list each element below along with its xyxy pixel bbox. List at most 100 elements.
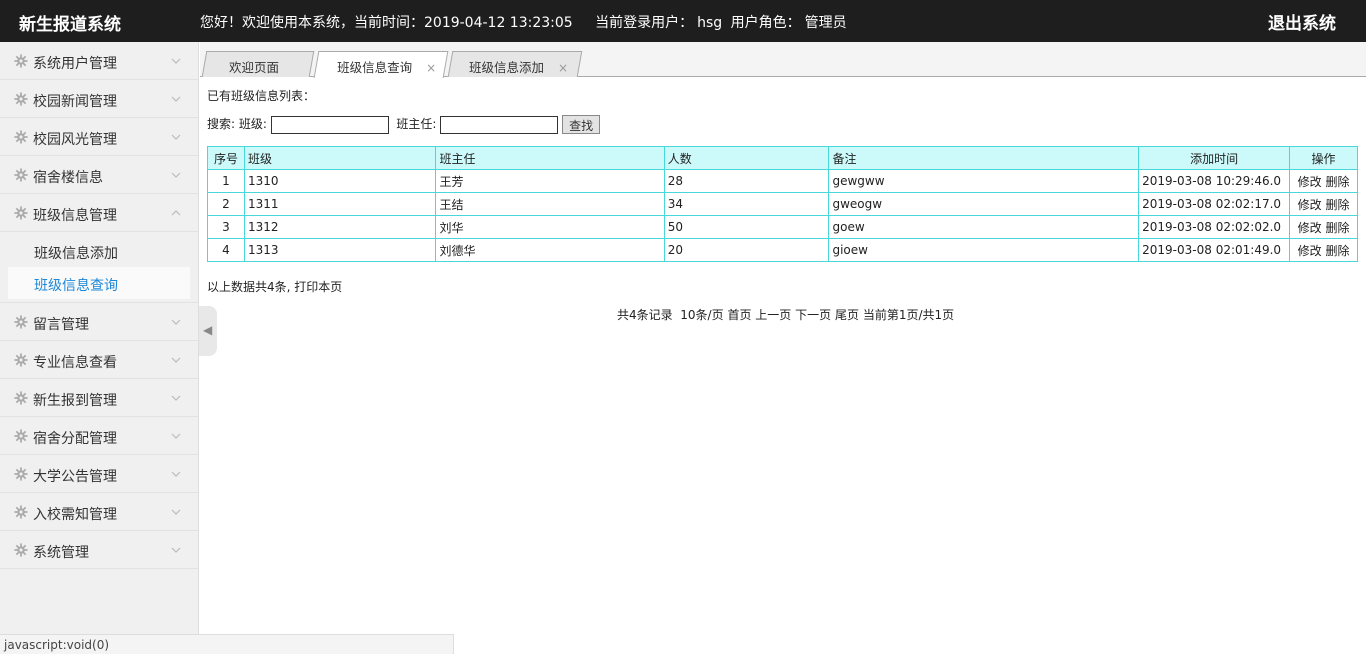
system-title: 新生报道系统	[19, 15, 121, 35]
edit-link[interactable]: 修改	[1298, 198, 1322, 212]
list-title: 已有班级信息列表：	[207, 89, 316, 103]
cell-class: 1312	[243, 215, 437, 239]
class-table: 序号 班级 班主任 人数 备注 添加时间 操作 1 1310 王芳 28 gewgww 2…	[207, 146, 1358, 262]
edit-link[interactable]: 修改	[1298, 244, 1322, 258]
sidebar-item-label: 班级信息管理	[33, 208, 117, 224]
page-size: 10条/页	[680, 308, 724, 322]
cell-actions: 修改 删除	[1289, 215, 1358, 239]
cell-actions: 修改 删除	[1289, 192, 1358, 216]
sidebar-item[interactable]: 宿舍分配管理	[0, 417, 198, 455]
submenu-item-label: 班级信息查询	[34, 278, 118, 294]
class-search-input[interactable]	[270, 115, 389, 134]
next-page-link[interactable]: 下一页	[795, 308, 831, 322]
gear-icon	[14, 543, 28, 557]
chevron-down-icon	[170, 55, 182, 67]
submenu: 班级信息添加 班级信息查询	[0, 232, 198, 303]
delete-link[interactable]: 删除	[1325, 198, 1349, 212]
chevron-down-icon	[170, 430, 182, 442]
delete-link[interactable]: 删除	[1325, 221, 1349, 235]
cell-time: 2019-03-08 02:02:02.0	[1138, 215, 1291, 239]
cell-index: 1	[207, 169, 245, 193]
sidebar-item[interactable]: 专业信息查看	[0, 341, 198, 379]
sidebar-item[interactable]: 新生报到管理	[0, 379, 198, 417]
gear-icon	[14, 391, 28, 405]
submenu-item[interactable]: 班级信息查询	[8, 267, 190, 299]
sidebar-item[interactable]: 班级信息管理	[0, 194, 198, 232]
gear-icon	[14, 54, 28, 68]
cell-index: 4	[207, 238, 245, 262]
close-icon[interactable]: ×	[558, 61, 568, 75]
teacher-label: 班主任:	[396, 117, 437, 131]
sidebar-item[interactable]: 校园风光管理	[0, 118, 198, 156]
cell-time: 2019-03-08 02:02:17.0	[1138, 192, 1291, 216]
tab-class-query[interactable]: 班级信息查询 ×	[313, 51, 449, 78]
column-header: 备注	[828, 146, 1140, 170]
search-button[interactable]: 查找	[562, 115, 601, 134]
gear-icon	[14, 315, 28, 329]
chevron-down-icon	[170, 169, 182, 181]
delete-link[interactable]: 删除	[1325, 175, 1349, 189]
chevron-down-icon	[170, 506, 182, 518]
sidebar-item[interactable]: 宿舍楼信息	[0, 156, 198, 194]
column-header: 操作	[1289, 146, 1358, 170]
submenu-item[interactable]: 班级信息添加	[8, 235, 190, 267]
page-indicator: 当前第1页/共1页	[862, 308, 955, 322]
sidebar-item-label: 专业信息查看	[33, 355, 117, 371]
gear-icon	[14, 168, 28, 182]
cell-class: 1313	[243, 238, 437, 262]
submenu-item-label: 班级信息添加	[34, 246, 118, 262]
sidebar-item-label: 入校需知管理	[33, 507, 117, 523]
tab-label: 班级信息添加	[469, 60, 545, 75]
column-header: 添加时间	[1138, 146, 1291, 170]
sidebar-collapse-handle[interactable]: ◀	[199, 306, 217, 356]
sidebar-item-label: 大学公告管理	[33, 469, 117, 485]
table-row: 4 1313 刘德华 20 gioew 2019-03-08 02:01:49.0 修改 删…	[207, 238, 1358, 262]
sidebar-item-label: 系统用户管理	[33, 56, 117, 72]
chevron-up-icon	[170, 207, 182, 219]
first-page-link[interactable]: 首页	[727, 308, 751, 322]
cell-count: 20	[663, 238, 830, 262]
gear-icon	[14, 92, 28, 106]
tab-label: 欢迎页面	[229, 60, 280, 75]
teacher-search-input[interactable]	[440, 115, 559, 134]
chevron-down-icon	[170, 93, 182, 105]
print-link[interactable]: 打印本页	[294, 280, 342, 294]
tab-welcome[interactable]: 欢迎页面	[201, 51, 315, 77]
class-label: 班级:	[238, 117, 267, 131]
edit-link[interactable]: 修改	[1298, 175, 1322, 189]
chevron-down-icon	[170, 468, 182, 480]
search-label: 搜索:	[207, 117, 236, 131]
top-bar: 新生报道系统 您好！欢迎使用本系统，当前时间：2019-04-12 13:23:…	[0, 0, 1366, 42]
sidebar-item[interactable]: 系统管理	[0, 531, 198, 569]
summary: 以上数据共4条, 打印本页	[207, 278, 342, 295]
sidebar-item[interactable]: 系统用户管理	[0, 42, 198, 80]
sidebar-item[interactable]: 留言管理	[0, 303, 198, 341]
tab-label: 班级信息查询	[337, 60, 413, 75]
close-icon[interactable]: ×	[426, 61, 436, 75]
delete-link[interactable]: 删除	[1325, 244, 1349, 258]
current-user-label: 当前登录用户：	[595, 15, 694, 31]
gear-icon	[14, 206, 28, 220]
sidebar-item[interactable]: 入校需知管理	[0, 493, 198, 531]
cell-note: goew	[828, 215, 1140, 239]
sidebar-item[interactable]: 大学公告管理	[0, 455, 198, 493]
current-user-name: hsg	[697, 15, 723, 31]
role-label: 用户角色：	[730, 15, 801, 31]
cell-class: 1311	[243, 192, 437, 216]
logout-button[interactable]: 退出系统	[1268, 9, 1336, 34]
gear-icon	[14, 467, 28, 481]
edit-link[interactable]: 修改	[1298, 221, 1322, 235]
chevron-down-icon	[170, 131, 182, 143]
tab-bar: 欢迎页面 班级信息查询 × 班级信息添加 ×	[200, 42, 1366, 78]
gear-icon	[14, 429, 28, 443]
table-header-row: 序号 班级 班主任 人数 备注 添加时间 操作	[207, 146, 1358, 170]
gear-icon	[14, 353, 28, 367]
cell-index: 3	[207, 215, 245, 239]
role-name: 管理员	[804, 15, 847, 31]
sidebar-item[interactable]: 校园新闻管理	[0, 80, 198, 118]
prev-page-link[interactable]: 上一页	[755, 308, 791, 322]
tab-class-add[interactable]: 班级信息添加 ×	[447, 51, 583, 77]
welcome-text: 您好！欢迎使用本系统，当前时间：2019-04-12 13:23:05	[200, 15, 573, 31]
last-page-link[interactable]: 尾页	[835, 308, 859, 322]
column-header: 序号	[207, 146, 245, 170]
